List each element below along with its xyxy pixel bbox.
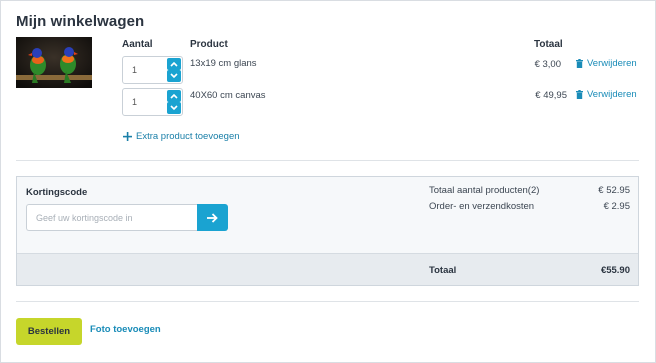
chevron-down-icon[interactable] — [167, 102, 181, 114]
chevron-up-icon[interactable] — [167, 90, 181, 102]
quantity-value[interactable]: 1 — [132, 97, 137, 107]
discount-code-input[interactable] — [26, 204, 198, 231]
arrow-right-icon — [207, 212, 218, 223]
apply-discount-button[interactable] — [197, 204, 228, 231]
plus-icon — [123, 132, 132, 141]
discount-code-label: Kortingscode — [26, 187, 88, 198]
chevron-up-icon[interactable] — [167, 58, 181, 70]
products-total-text: Totaal aantal producten — [429, 185, 528, 196]
product-price: € 3,00 — [534, 59, 561, 70]
column-header-quantity: Aantal — [122, 39, 153, 50]
products-total-label: Totaal aantal producten(2) — [429, 185, 539, 196]
column-header-product: Product — [190, 39, 228, 50]
quantity-value[interactable]: 1 — [132, 65, 137, 75]
remove-item-label[interactable]: Verwijderen — [587, 89, 637, 100]
page-title: Mijn winkelwagen — [16, 13, 145, 30]
quantity-stepper[interactable]: 1 — [122, 56, 183, 84]
product-photo — [16, 37, 92, 88]
add-extra-product-label[interactable]: Extra product toevoegen — [136, 131, 240, 142]
product-name: 40X60 cm canvas — [190, 90, 266, 101]
order-summary-panel: Kortingscode Totaal aantal producten(2) … — [16, 176, 639, 286]
remove-item-label[interactable]: Verwijderen — [587, 58, 637, 69]
product-price: € 49,95 — [535, 90, 567, 101]
shipping-costs-label: Order- en verzendkosten — [429, 201, 535, 212]
products-total-value: € 52.95 — [598, 185, 630, 196]
chevron-down-icon[interactable] — [167, 70, 181, 82]
order-button[interactable]: Bestellen — [16, 318, 82, 345]
divider — [16, 301, 639, 302]
divider — [16, 160, 639, 161]
add-photo-link[interactable]: Foto toevoegen — [90, 324, 161, 335]
add-extra-product-link[interactable]: Extra product toevoegen — [123, 131, 240, 142]
order-total-value: €55.90 — [600, 265, 630, 276]
shipping-costs-value: € 2.95 — [603, 201, 630, 212]
order-total-row: Totaal €55.90 — [17, 253, 638, 285]
trash-icon — [576, 90, 583, 99]
product-name: 13x19 cm glans — [190, 58, 257, 69]
quantity-stepper[interactable]: 1 — [122, 88, 183, 116]
remove-item-button[interactable]: Verwijderen — [576, 89, 637, 100]
column-header-total: Totaal — [534, 39, 563, 50]
trash-icon — [576, 59, 583, 68]
products-count: (2) — [527, 185, 540, 196]
order-total-label: Totaal — [429, 265, 457, 276]
remove-item-button[interactable]: Verwijderen — [576, 58, 637, 69]
